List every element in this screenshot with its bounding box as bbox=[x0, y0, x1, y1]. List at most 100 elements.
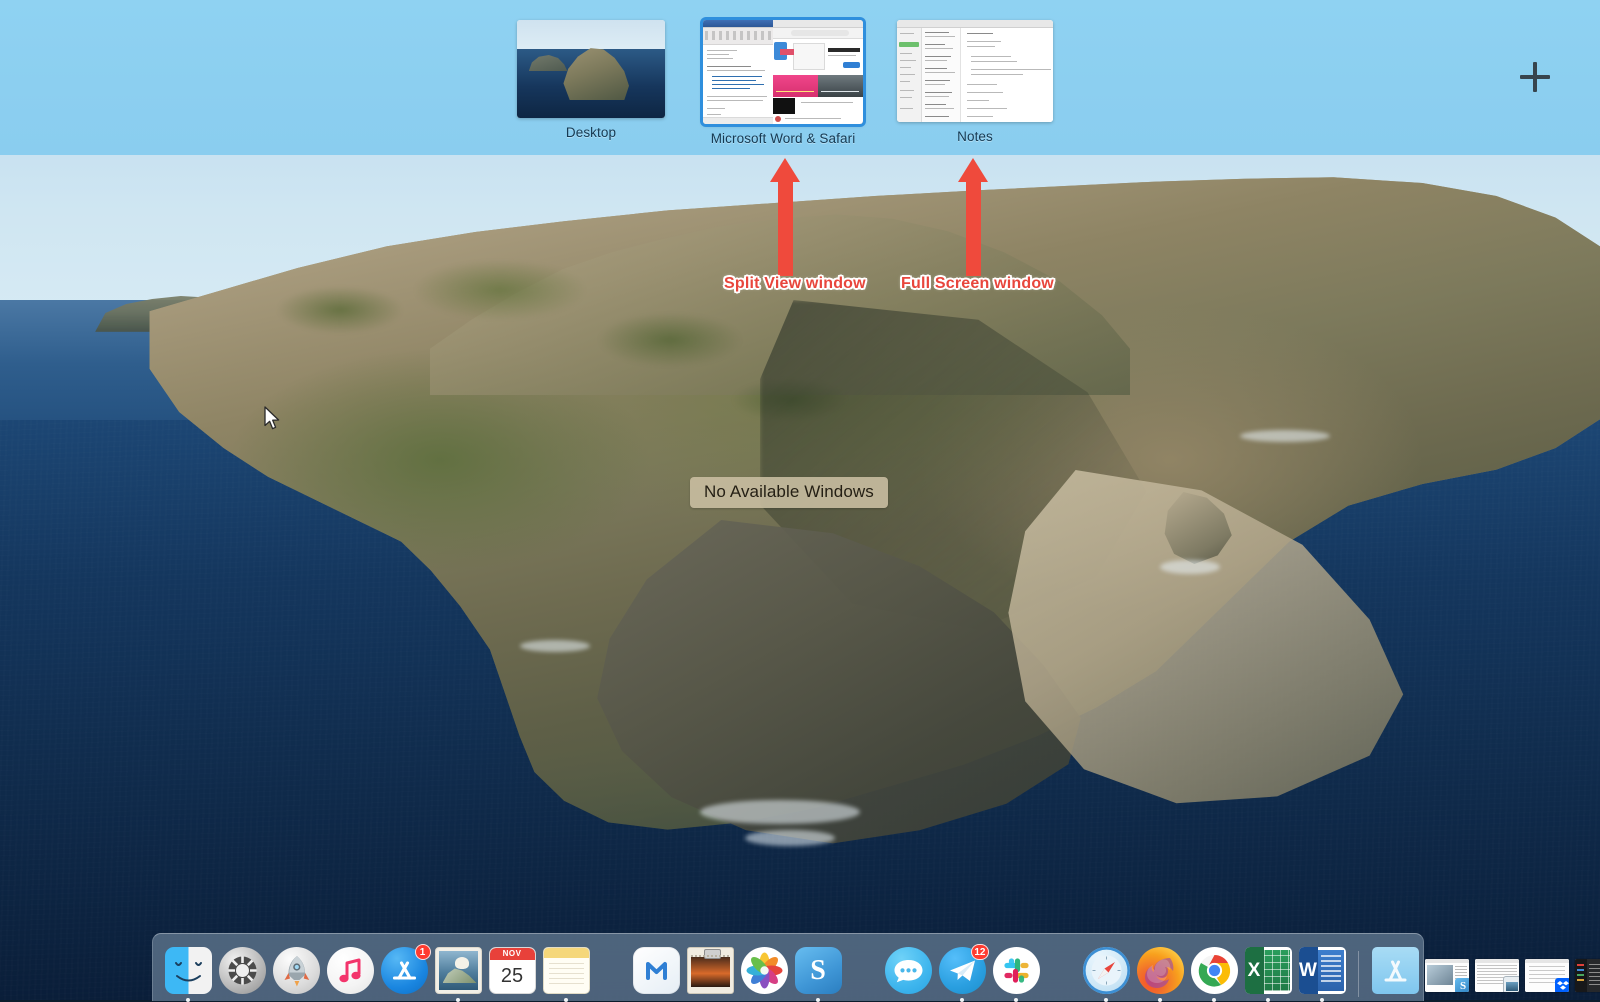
chat-bubble-icon bbox=[885, 947, 932, 994]
preview-content-line bbox=[971, 61, 1017, 62]
dock-item-notes[interactable] bbox=[543, 947, 590, 994]
running-indicator bbox=[186, 998, 190, 1002]
dock-separator bbox=[1358, 951, 1359, 997]
compass-needle-icon bbox=[1083, 947, 1130, 994]
dock-item-calendar[interactable]: NOV 25 bbox=[489, 947, 536, 994]
firefox-icon bbox=[1137, 947, 1184, 994]
applications-folder-icon bbox=[1372, 947, 1419, 994]
preview-loupe bbox=[704, 949, 721, 959]
preview-arrow-mark bbox=[780, 49, 794, 55]
dock-item-applications-folder[interactable] bbox=[1372, 947, 1419, 994]
dock-item-system-preferences[interactable] bbox=[219, 947, 266, 994]
preview-text-line bbox=[712, 80, 756, 81]
dock-item-firefox[interactable] bbox=[1137, 947, 1184, 994]
preview-content-heading bbox=[967, 33, 993, 34]
desktop-preview bbox=[517, 20, 665, 118]
preview-sidebar-line bbox=[900, 90, 914, 91]
mission-control-spaces-bar: Desktop bbox=[0, 0, 1600, 155]
arrow-head bbox=[958, 158, 988, 182]
preview-notes-selected-folder bbox=[899, 42, 919, 47]
dock-item-chrome[interactable] bbox=[1191, 947, 1238, 994]
preview-address-bar bbox=[791, 30, 849, 36]
finder-icon bbox=[165, 947, 212, 994]
preview-card-pink bbox=[773, 75, 818, 97]
preview-content-line bbox=[967, 100, 989, 101]
calendar-day: 25 bbox=[490, 960, 535, 993]
dock-item-finder[interactable] bbox=[165, 947, 212, 994]
dock-item-launchpad[interactable] bbox=[273, 947, 320, 994]
arrow-head bbox=[770, 158, 800, 182]
preview-note-title bbox=[925, 92, 952, 93]
preview-hero-graphic bbox=[793, 43, 825, 70]
preview-text-line bbox=[712, 84, 764, 85]
preview-text-line bbox=[707, 54, 729, 55]
preview-subtext bbox=[828, 55, 856, 56]
preview-card-caption bbox=[776, 91, 814, 92]
space-thumbnail-split-view[interactable] bbox=[703, 20, 863, 124]
dock-item-slack[interactable] bbox=[993, 947, 1040, 994]
preview-content-line bbox=[971, 74, 1023, 75]
split-view-arrow bbox=[770, 158, 801, 276]
minimized-window-snagit[interactable]: S bbox=[1425, 959, 1469, 992]
preview-content-line bbox=[971, 69, 1051, 70]
dock-item-safari[interactable] bbox=[1083, 947, 1130, 994]
mini-lines bbox=[1477, 965, 1517, 966]
slack-hash-icon bbox=[993, 947, 1040, 994]
space-notes[interactable]: Notes bbox=[897, 20, 1053, 144]
minimized-window-preview[interactable] bbox=[1475, 959, 1519, 992]
preview-content-line bbox=[967, 116, 993, 117]
space-split-view[interactable]: Microsoft Word & Safari bbox=[703, 20, 863, 146]
slack-icon bbox=[993, 947, 1040, 994]
preview-text-line bbox=[712, 76, 762, 77]
dock-item-telegram[interactable]: 12 bbox=[939, 947, 986, 994]
dock-item-word[interactable]: W bbox=[1299, 947, 1346, 994]
launchpad-icon bbox=[273, 947, 320, 994]
preview-headline bbox=[828, 48, 860, 52]
dock-item-mail[interactable] bbox=[435, 947, 482, 994]
minimized-window-dropbox[interactable] bbox=[1525, 959, 1569, 992]
space-thumbnail-notes[interactable] bbox=[897, 20, 1053, 122]
app-store-badge: 1 bbox=[415, 944, 431, 960]
dock-item-app-store[interactable]: 1 bbox=[381, 947, 428, 994]
preview-text-line bbox=[707, 70, 765, 71]
preview-content-line bbox=[971, 56, 1011, 57]
mini-badge-art bbox=[1506, 982, 1518, 991]
dock-item-mimestream[interactable] bbox=[633, 947, 680, 994]
wallpaper-foam bbox=[1240, 430, 1330, 442]
preview-content-line bbox=[967, 84, 997, 85]
preview-safari-window bbox=[773, 20, 863, 124]
messages-icon bbox=[885, 947, 932, 994]
dock-item-music[interactable] bbox=[327, 947, 374, 994]
preview-avatar bbox=[775, 116, 781, 122]
running-indicator bbox=[1212, 998, 1216, 1002]
dock-item-messages[interactable] bbox=[885, 947, 932, 994]
no-available-windows-message: No Available Windows bbox=[690, 477, 888, 508]
preview-notes-list bbox=[922, 28, 961, 122]
preview-note-snippet bbox=[925, 96, 949, 97]
notes-lines bbox=[549, 963, 584, 964]
calendar-month: NOV bbox=[490, 948, 535, 960]
word-page-lines bbox=[1321, 955, 1341, 957]
mail-stamp-image bbox=[439, 951, 478, 990]
preview-text-line bbox=[707, 50, 737, 51]
dock-gap bbox=[845, 967, 881, 968]
preview-text-line bbox=[707, 114, 721, 115]
minimized-window-finder[interactable] bbox=[1575, 959, 1600, 992]
space-thumbnail-desktop[interactable] bbox=[517, 20, 665, 118]
preview-sidebar-line bbox=[900, 53, 912, 54]
preview-text-line bbox=[712, 88, 750, 89]
dock-item-preview[interactable] bbox=[687, 947, 734, 994]
space-label-desktop: Desktop bbox=[517, 125, 665, 140]
dock-item-snagit[interactable]: S bbox=[795, 947, 842, 994]
notes-preview bbox=[897, 20, 1053, 122]
preview-sidebar-line bbox=[900, 81, 910, 82]
add-space-button[interactable] bbox=[1520, 62, 1550, 92]
preview-note-title bbox=[925, 44, 945, 45]
preview-cta-button bbox=[843, 62, 860, 68]
dock-item-photos[interactable] bbox=[741, 947, 788, 994]
space-desktop[interactable]: Desktop bbox=[517, 20, 665, 140]
spaces-row: Desktop bbox=[0, 0, 1600, 155]
dock-item-excel[interactable]: X bbox=[1245, 947, 1292, 994]
wallpaper-foam bbox=[1160, 560, 1220, 574]
minimized-badge-dropbox bbox=[1555, 978, 1569, 992]
